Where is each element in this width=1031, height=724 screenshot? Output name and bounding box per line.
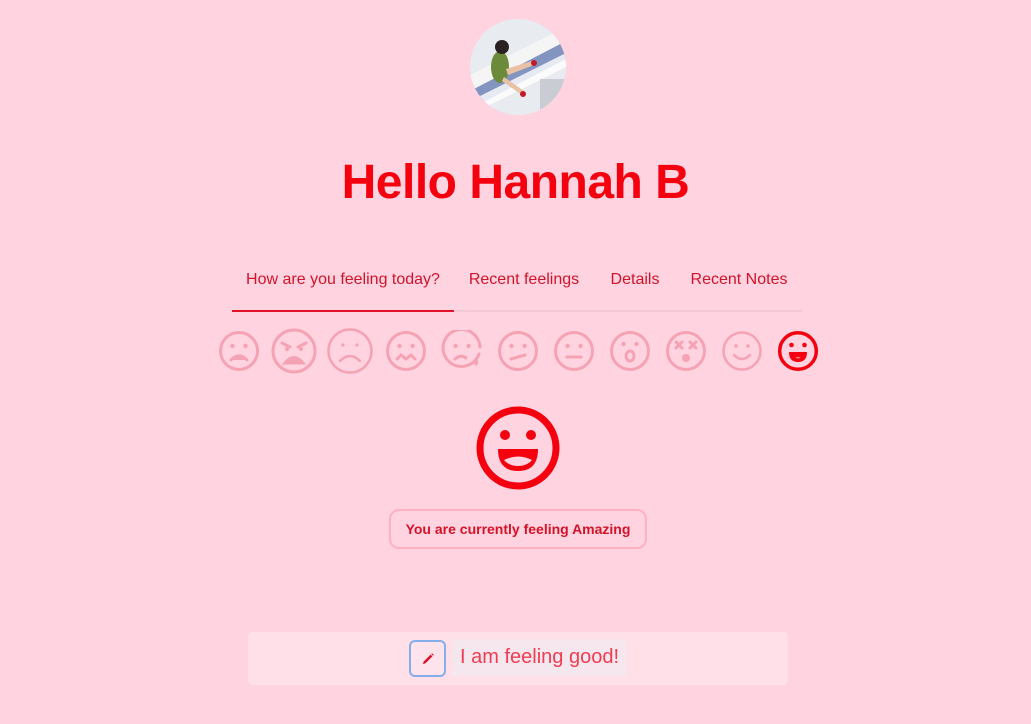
neutral-face-icon <box>554 331 594 371</box>
mood-page: Hello Hannah B How are you feeling today… <box>0 0 1031 724</box>
tab-recent-feelings[interactable]: Recent feelings <box>454 250 594 310</box>
mood-option-frown[interactable] <box>327 328 373 374</box>
note-text[interactable]: I am feeling good! <box>452 639 627 676</box>
smile-face-icon <box>722 331 762 371</box>
current-mood-status: You are currently feeling Amazing <box>389 509 647 549</box>
crying-face-icon <box>441 330 482 368</box>
confused-face-icon <box>498 331 538 371</box>
mood-option-grin[interactable] <box>775 328 821 374</box>
avatar-photo-icon <box>470 19 566 115</box>
tab-bar: How are you feeling today? Recent feelin… <box>232 250 802 312</box>
sad-face-icon <box>219 331 259 371</box>
mood-option-angry[interactable] <box>271 328 317 374</box>
mood-option-smile[interactable] <box>719 328 765 374</box>
mood-option-dizzy[interactable] <box>663 328 709 374</box>
mood-option-surprised[interactable] <box>607 328 653 374</box>
tab-recent-notes[interactable]: Recent Notes <box>676 250 802 310</box>
surprised-face-icon <box>610 331 650 371</box>
page-title: Hello Hannah B <box>341 156 690 209</box>
note-panel: I am feeling good! <box>248 632 788 685</box>
tab-how-are-you-feeling[interactable]: How are you feeling today? <box>232 250 454 312</box>
angry-face-icon <box>271 328 317 374</box>
frown-face-icon <box>327 328 373 374</box>
mood-picker <box>216 328 822 374</box>
dizzy-face-icon <box>666 331 706 371</box>
mood-option-confused[interactable] <box>495 328 541 374</box>
mood-option-crying[interactable] <box>439 328 485 374</box>
edit-note-button[interactable] <box>409 640 446 677</box>
mood-option-neutral[interactable] <box>551 328 597 374</box>
grin-face-icon <box>476 406 560 490</box>
mood-option-sad[interactable] <box>216 328 262 374</box>
mood-option-wavy[interactable] <box>383 328 429 374</box>
status-text: You are currently feeling Amazing <box>405 521 631 537</box>
grin-face-icon <box>777 330 819 372</box>
avatar <box>470 19 566 115</box>
wavy-mouth-face-icon <box>386 331 426 371</box>
current-mood-face <box>474 404 562 492</box>
tab-details[interactable]: Details <box>594 250 676 310</box>
pencil-icon <box>422 652 434 664</box>
